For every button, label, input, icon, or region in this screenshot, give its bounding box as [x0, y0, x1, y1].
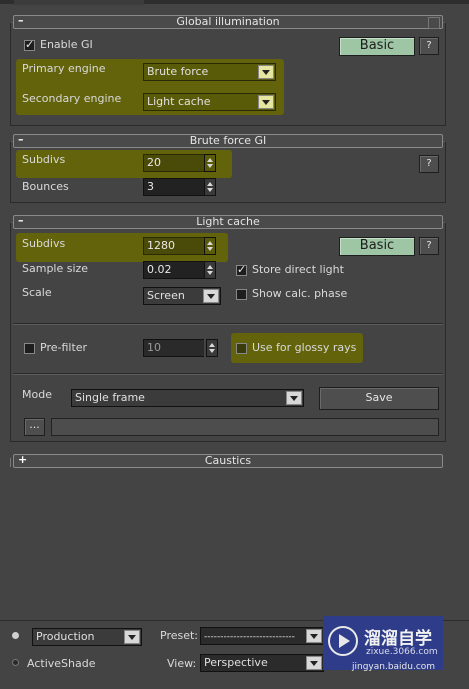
- caustics-rollout-header[interactable]: + Caustics: [13, 454, 443, 468]
- lc-sample-size-spinner[interactable]: [204, 261, 216, 279]
- collapse-icon[interactable]: –: [18, 215, 24, 227]
- view-label: View:: [167, 657, 197, 670]
- use-glossy-rays-label[interactable]: Use for glossy rays: [252, 341, 356, 354]
- secondary-engine-dropdown[interactable]: Light cache: [143, 93, 276, 111]
- lc-scale-label: Scale: [22, 286, 52, 299]
- lc-mode-value: Single frame: [75, 391, 145, 404]
- lc-subdivs-input[interactable]: 1280: [143, 237, 204, 255]
- prefilter-checkbox[interactable]: [24, 343, 35, 354]
- secondary-engine-value: Light cache: [147, 95, 211, 108]
- bf-bounces-input[interactable]: 3: [143, 178, 204, 196]
- chevron-down-icon[interactable]: [258, 65, 274, 79]
- primary-engine-dropdown[interactable]: Brute force: [143, 63, 276, 81]
- brute-force-rollout-title: Brute force GI: [189, 134, 267, 147]
- bf-subdivs-spinner[interactable]: [204, 154, 216, 172]
- prefilter-spinner[interactable]: [206, 339, 218, 357]
- preset-value: ----------------------------: [204, 632, 295, 642]
- bf-bounces-label: Bounces: [22, 180, 69, 193]
- light-cache-rollout-title: Light cache: [196, 215, 260, 228]
- view-value: Perspective: [204, 656, 268, 669]
- lc-scale-dropdown[interactable]: Screen: [143, 287, 221, 305]
- top-strip-tab: [14, 0, 144, 5]
- lc-save-button[interactable]: Save: [319, 387, 439, 410]
- store-direct-light-checkbox[interactable]: [236, 263, 247, 276]
- bf-subdivs-input[interactable]: 20: [143, 154, 204, 172]
- watermark-url: zixue.3066.com: [366, 647, 438, 657]
- bf-help-button[interactable]: ?: [419, 155, 439, 173]
- activeshade-label[interactable]: ActiveShade: [27, 657, 95, 670]
- prefilter-label[interactable]: Pre-filter: [40, 341, 87, 354]
- collapse-icon[interactable]: –: [18, 134, 24, 146]
- lc-file-path-field[interactable]: [51, 418, 439, 436]
- preset-label: Preset:: [160, 629, 199, 642]
- store-direct-light-label[interactable]: Store direct light: [252, 263, 344, 276]
- show-calc-phase-checkbox[interactable]: [236, 289, 247, 300]
- close-icon[interactable]: [428, 17, 440, 29]
- chevron-down-icon[interactable]: [286, 391, 302, 405]
- watermark-brand: 溜溜自学: [364, 629, 432, 649]
- primary-engine-value: Brute force: [147, 65, 209, 78]
- enable-gi-checkbox[interactable]: [24, 38, 35, 51]
- bf-subdivs-label: Subdivs: [22, 153, 66, 166]
- watermark-credit: jingyan.baidu.com: [352, 662, 436, 672]
- enable-gi-label[interactable]: Enable GI: [40, 38, 93, 51]
- prefilter-input[interactable]: 10: [143, 339, 204, 357]
- preset-dropdown[interactable]: ----------------------------: [200, 627, 324, 645]
- production-radio[interactable]: [12, 632, 19, 639]
- chevron-down-icon[interactable]: [124, 630, 140, 644]
- gi-rollout-header[interactable]: – Global illumination: [13, 15, 443, 29]
- chevron-down-icon[interactable]: [258, 95, 274, 109]
- secondary-engine-label: Secondary engine: [22, 92, 122, 105]
- lc-subdivs-label: Subdivs: [22, 237, 66, 250]
- light-cache-rollout-header[interactable]: – Light cache: [13, 215, 443, 229]
- bf-bounces-spinner[interactable]: [204, 178, 216, 196]
- lc-subdivs-spinner[interactable]: [204, 237, 216, 255]
- caustics-left-edge: [10, 458, 13, 467]
- production-value: Production: [36, 630, 95, 643]
- chevron-down-icon[interactable]: [203, 289, 219, 303]
- use-glossy-rays-checkbox[interactable]: [236, 343, 247, 354]
- chevron-down-icon[interactable]: [306, 656, 322, 670]
- lc-scale-value: Screen: [147, 289, 185, 302]
- caustics-rollout-title: Caustics: [204, 454, 252, 467]
- lc-separator-1: [13, 323, 443, 325]
- activeshade-radio[interactable]: [12, 659, 19, 666]
- chevron-down-icon[interactable]: [306, 629, 322, 643]
- lc-sample-size-label: Sample size: [22, 262, 89, 275]
- primary-engine-label: Primary engine: [22, 62, 106, 75]
- view-dropdown[interactable]: Perspective: [200, 654, 324, 672]
- show-calc-phase-label[interactable]: Show calc. phase: [252, 287, 347, 300]
- expand-icon[interactable]: +: [18, 454, 27, 466]
- lc-mode-label: Mode: [22, 388, 52, 401]
- lc-sample-size-input[interactable]: 0.02: [143, 261, 204, 279]
- gi-help-button[interactable]: ?: [419, 37, 439, 55]
- brute-force-rollout-header[interactable]: – Brute force GI: [13, 134, 443, 148]
- lc-basic-mode-button[interactable]: Basic: [339, 237, 415, 256]
- lc-mode-dropdown[interactable]: Single frame: [71, 389, 304, 407]
- collapse-icon[interactable]: –: [18, 15, 24, 27]
- play-logo-icon: [328, 626, 358, 656]
- lc-separator-2: [13, 373, 443, 375]
- gi-basic-mode-button[interactable]: Basic: [339, 37, 415, 56]
- lc-browse-button[interactable]: ...: [24, 418, 45, 436]
- lc-help-button[interactable]: ?: [419, 237, 439, 255]
- production-dropdown[interactable]: Production: [32, 628, 142, 646]
- gi-rollout-title: Global illumination: [176, 15, 280, 28]
